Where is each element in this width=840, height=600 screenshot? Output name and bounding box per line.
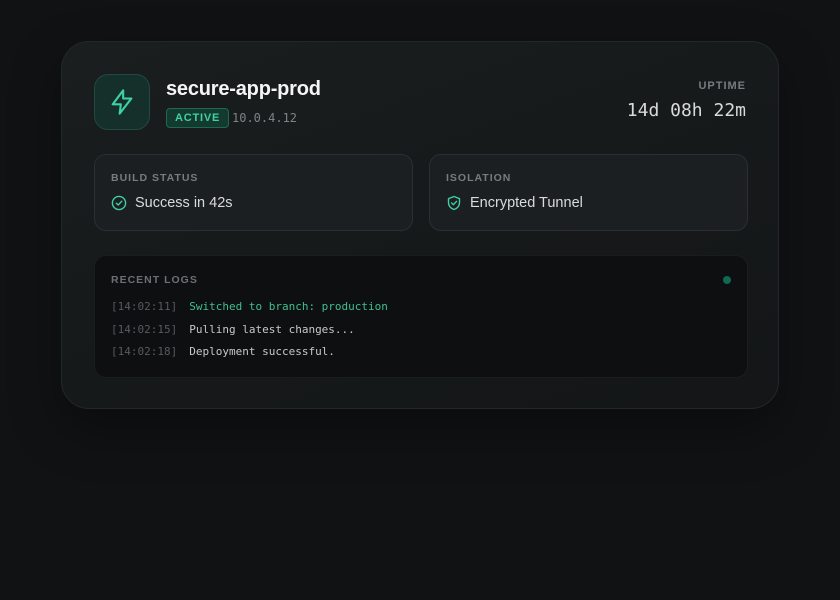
uptime-label: UPTIME — [698, 80, 746, 92]
isolation-label: ISOLATION — [446, 172, 512, 184]
build-status-label: BUILD STATUS — [111, 172, 199, 184]
isolation-row: Encrypted Tunnel — [446, 195, 583, 211]
log-timestamp: [14:02:11] — [111, 300, 178, 313]
isolation-value: Encrypted Tunnel — [470, 195, 583, 211]
ip-address: 10.0.4.12 — [232, 111, 298, 125]
recent-logs-label: RECENT LOGS — [111, 274, 198, 286]
check-circle-icon — [111, 195, 127, 211]
log-message: Pulling latest changes... — [189, 323, 355, 336]
log-timestamp: [14:02:18] — [111, 345, 178, 358]
card-header: secure-app-prod ACTIVE 10.0.4.12 UPTIME … — [94, 74, 746, 130]
build-status-value: Success in 42s — [135, 195, 233, 211]
recent-logs-panel[interactable]: RECENT LOGS [14:02:11] Switched to branch… — [94, 255, 748, 378]
isolation-panel: ISOLATION Encrypted Tunnel — [429, 154, 748, 231]
build-status-panel: BUILD STATUS Success in 42s — [94, 154, 413, 231]
app-title: secure-app-prod — [166, 78, 321, 100]
build-status-row: Success in 42s — [111, 195, 233, 211]
log-message: Switched to branch: production — [189, 300, 388, 313]
uptime-value: 14d 08h 22m — [626, 100, 746, 121]
log-line: [14:02:18] Deployment successful. — [111, 345, 335, 358]
log-message: Deployment successful. — [189, 345, 335, 358]
log-line: [14:02:15] Pulling latest changes... — [111, 323, 355, 336]
log-timestamp: [14:02:15] — [111, 323, 178, 336]
lightning-icon — [94, 74, 150, 130]
shield-check-icon — [446, 195, 462, 211]
live-indicator — [723, 276, 731, 284]
deployment-card: secure-app-prod ACTIVE 10.0.4.12 UPTIME … — [61, 41, 779, 409]
log-line: [14:02:11] Switched to branch: production — [111, 300, 388, 313]
status-badge: ACTIVE — [166, 108, 230, 128]
